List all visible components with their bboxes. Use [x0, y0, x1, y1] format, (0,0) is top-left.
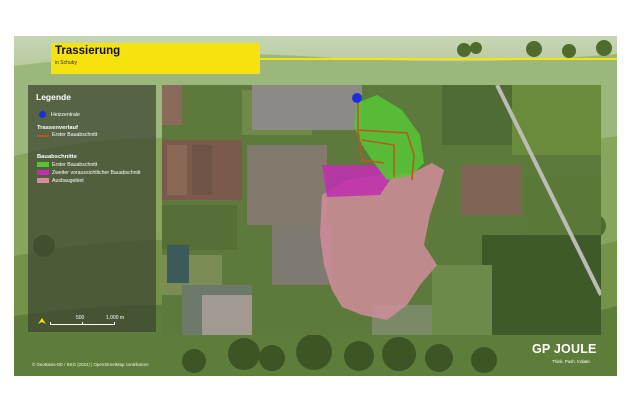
map-pond: [167, 245, 189, 283]
ausbaugebiet-swatch-icon: [37, 178, 49, 183]
north-arrow-icon: [38, 318, 46, 324]
heizzentrale-dot-icon: [39, 111, 46, 118]
legend-item-trasse: Erster Bauabschnitt: [52, 132, 98, 138]
company-logo: GP JOULE Think. Push. Initiate.: [532, 342, 597, 364]
presentation-slide: Trassierung in Schuby Legende Heizzentra…: [14, 36, 617, 376]
scale-label-500: 500: [76, 315, 85, 321]
logo-tagline: Think. Push. Initiate.: [552, 359, 591, 364]
heizzentrale-marker-icon[interactable]: [352, 93, 362, 103]
legend-heading-trassenverlauf: Trassenverlauf: [37, 125, 78, 131]
legend-heading-bauabschnitte: Bauabschnitte: [37, 154, 77, 160]
trasse-line-icon: [37, 135, 49, 137]
legend-item-ausbaugebiet: Ausbaugebiet: [52, 178, 84, 184]
satellite-map[interactable]: [162, 85, 601, 335]
map-credits: © GeoBasis-DE / BKG (2024) | OpenStreetM…: [32, 362, 149, 367]
scale-label-1000: 1.000 m: [106, 315, 125, 321]
title-underline: [260, 58, 617, 60]
erster-bauabschnitt-swatch-icon: [37, 162, 49, 167]
legend-item-heizzentrale: Heizzentrale: [51, 112, 80, 118]
map-legend: Legende Heizzentrale Trassenverlauf Erst…: [28, 85, 156, 332]
logo-wordmark: GP JOULE: [532, 342, 597, 356]
legend-item-erster-bauabschnitt: Erster Bauabschnitt: [52, 162, 98, 168]
legend-title: Legende: [36, 92, 71, 102]
legend-item-zweiter-bauabschnitt: Zweiter voraussichtlicher Bauabschnitt: [52, 170, 141, 176]
slide-title: Trassierung: [55, 45, 121, 57]
slide-subtitle: in Schuby: [55, 60, 77, 66]
zweiter-bauabschnitt-swatch-icon: [37, 170, 49, 175]
